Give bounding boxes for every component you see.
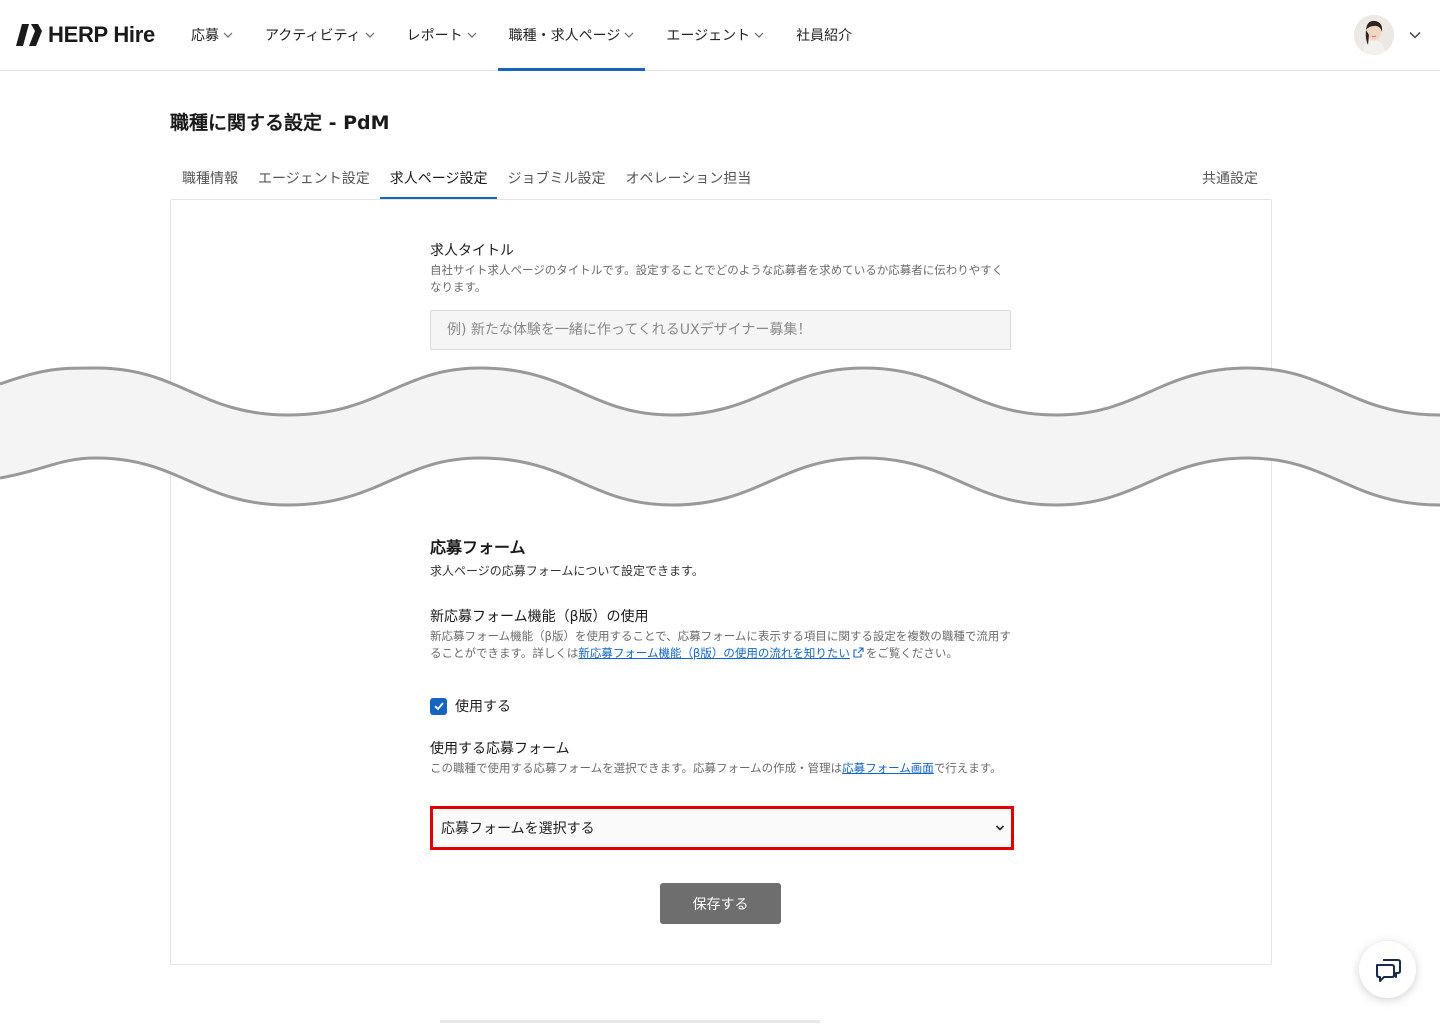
job-title-description: 自社サイト求人ページのタイトルです。設定することでどのような応募者を求めているか… <box>430 263 1004 294</box>
chevron-down-icon <box>624 32 634 38</box>
tab-jobmill-settings[interactable]: ジョブミル設定 <box>497 160 615 200</box>
new-form-label: 新応募フォーム機能（β版）の使用 <box>430 609 649 625</box>
chevron-down-icon <box>223 32 233 38</box>
chevron-down-icon <box>467 32 477 38</box>
save-button[interactable]: 保存する <box>660 883 781 924</box>
tab-job-page-settings[interactable]: 求人ページ設定 <box>379 160 498 200</box>
nav-item-label: エージェント <box>666 28 751 44</box>
select-form-desc-prefix: この職種で使用する応募フォームを選択できます。応募フォームの作成・管理は <box>430 761 843 775</box>
nav-item-agents[interactable]: エージェント <box>655 0 775 70</box>
job-title-input[interactable]: 例) 新たな体験を一緒に作ってくれるUXデザイナー募集！ <box>430 310 1011 350</box>
apply-form-select[interactable]: 応募フォームを選択する <box>430 806 1014 850</box>
user-menu[interactable] <box>1354 15 1422 55</box>
chevron-down-icon <box>754 32 764 38</box>
apply-form-page-link[interactable]: 応募フォーム画面 <box>842 761 934 775</box>
check-icon <box>433 702 444 711</box>
avatar-image <box>1354 15 1394 55</box>
nav-item-reports[interactable]: レポート <box>396 0 488 70</box>
nav-item-label: 社員紹介 <box>796 28 853 44</box>
chat-support-button[interactable] <box>1359 941 1416 998</box>
nav-item-label: アクティビティ <box>265 28 361 44</box>
chat-icon <box>1375 958 1401 982</box>
new-form-help-link[interactable]: 新応募フォーム機能（β版）の使用の流れを知りたい <box>578 646 850 660</box>
tab-job-info[interactable]: 職種情報 <box>172 160 248 200</box>
herp-logo-icon <box>16 24 42 46</box>
nav-item-label: 職種・求人ページ <box>508 28 621 44</box>
avatar[interactable] <box>1354 15 1394 55</box>
wavy-cut-divider <box>0 366 1440 507</box>
chevron-down-icon[interactable] <box>1408 28 1422 42</box>
nav-item-jobs[interactable]: 職種・求人ページ <box>497 0 646 71</box>
tab-agent-settings[interactable]: エージェント設定 <box>248 160 380 200</box>
nav-item-label: レポート <box>406 28 463 44</box>
nav-item-label: 応募 <box>191 28 219 44</box>
settings-tabs: 職種情報 エージェント設定 求人ページ設定 ジョブミル設定 オペレーション担当 <box>172 160 761 200</box>
new-form-description: 新応募フォーム機能（β版）を使用することで、応募フォームに表示する項目に関する設… <box>430 628 1012 662</box>
apply-form-heading: 応募フォーム <box>430 538 526 557</box>
chevron-down-icon <box>995 825 1005 831</box>
job-title-label: 求人タイトル <box>430 243 514 259</box>
page-title: 職種に関する設定 - PdM <box>170 112 390 134</box>
tab-operation-owner[interactable]: オペレーション担当 <box>615 160 761 200</box>
nav-item-applications[interactable]: 応募 <box>180 0 244 70</box>
new-form-desc-suffix: をご覧ください。 <box>865 646 958 660</box>
nav-item-activity[interactable]: アクティビティ <box>254 0 386 70</box>
tab-common-settings[interactable]: 共通設定 <box>1202 160 1258 198</box>
external-link-icon <box>853 647 864 658</box>
footer-faint-text <box>440 1020 820 1023</box>
use-new-form-label: 使用する <box>455 699 511 715</box>
select-form-desc-suffix: で行えます。 <box>933 761 1002 775</box>
nav-item-referrals[interactable]: 社員紹介 <box>785 0 863 70</box>
main-nav: 応募 アクティビティ レポート 職種・求人ページ エージェント 社員紹介 <box>180 0 873 71</box>
top-header: HERP Hire 応募 アクティビティ レポート 職種・求人ページ エージェン… <box>0 0 1440 71</box>
apply-form-description: 求人ページの応募フォームについて設定できます。 <box>430 564 704 578</box>
apply-form-select-value: 応募フォームを選択する <box>441 821 595 837</box>
select-form-label: 使用する応募フォーム <box>430 741 570 757</box>
logo[interactable]: HERP Hire <box>16 22 155 48</box>
logo-text: HERP Hire <box>48 22 155 47</box>
use-new-form-checkbox[interactable] <box>430 697 447 715</box>
select-form-description: この職種で使用する応募フォームを選択できます。応募フォームの作成・管理は応募フォ… <box>430 760 1012 777</box>
chevron-down-icon <box>365 32 375 38</box>
use-new-form-checkbox-row[interactable]: 使用する <box>430 696 511 716</box>
